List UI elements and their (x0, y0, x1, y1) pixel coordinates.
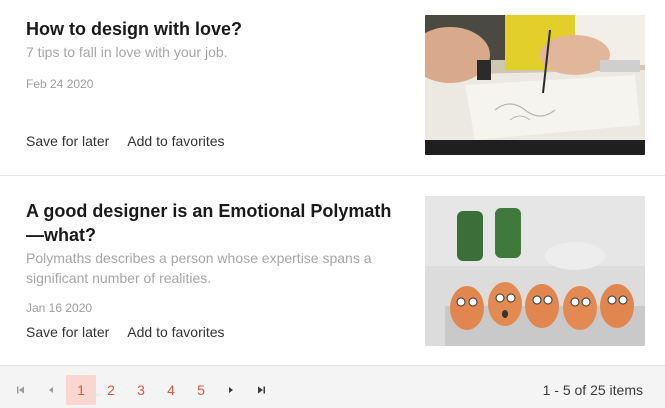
save-for-later-button[interactable]: Save for later (17, 320, 118, 344)
add-to-favorites-button[interactable]: Add to favorites (118, 129, 233, 153)
article-image-eggs[interactable] (425, 196, 645, 346)
article-subtitle: Polymaths describes a person whose exper… (26, 250, 372, 286)
page-button-5[interactable]: 5 (186, 375, 216, 405)
last-page-icon[interactable] (246, 375, 276, 405)
article-title[interactable]: How to design with love? (26, 17, 396, 41)
page-button-1[interactable]: 1 (66, 375, 96, 405)
add-to-favorites-button[interactable]: Add to favorites (118, 320, 233, 344)
article-title[interactable]: A good designer is an Emotional Polymath… (26, 199, 396, 247)
article-subtitle: 7 tips to fall in love with your job. (26, 44, 228, 60)
page-button-3[interactable]: 3 (126, 375, 156, 405)
article-image-drawing-hands[interactable] (425, 15, 645, 155)
save-for-later-button[interactable]: Save for later (17, 129, 118, 153)
previous-page-icon[interactable] (36, 375, 66, 405)
article-date: Jan 16 2020 (26, 301, 93, 315)
article-actions: Save for later Add to favorites (17, 129, 234, 153)
first-page-icon[interactable] (6, 375, 36, 405)
pager-info: 1 - 5 of 25 items (542, 382, 643, 398)
article-card: A good designer is an Emotional Polymath… (0, 177, 665, 365)
next-page-icon[interactable] (216, 375, 246, 405)
page-button-2[interactable]: 2 (96, 375, 126, 405)
article-card: How to design with love? 7 tips to fall … (0, 0, 665, 176)
article-date: Feb 24 2020 (26, 77, 94, 91)
pager: 1 2 3 4 5 1 - 5 of 25 items (0, 365, 665, 408)
article-actions: Save for later Add to favorites (17, 320, 234, 344)
pager-nav: 1 2 3 4 5 (6, 375, 276, 405)
page-button-4[interactable]: 4 (156, 375, 186, 405)
